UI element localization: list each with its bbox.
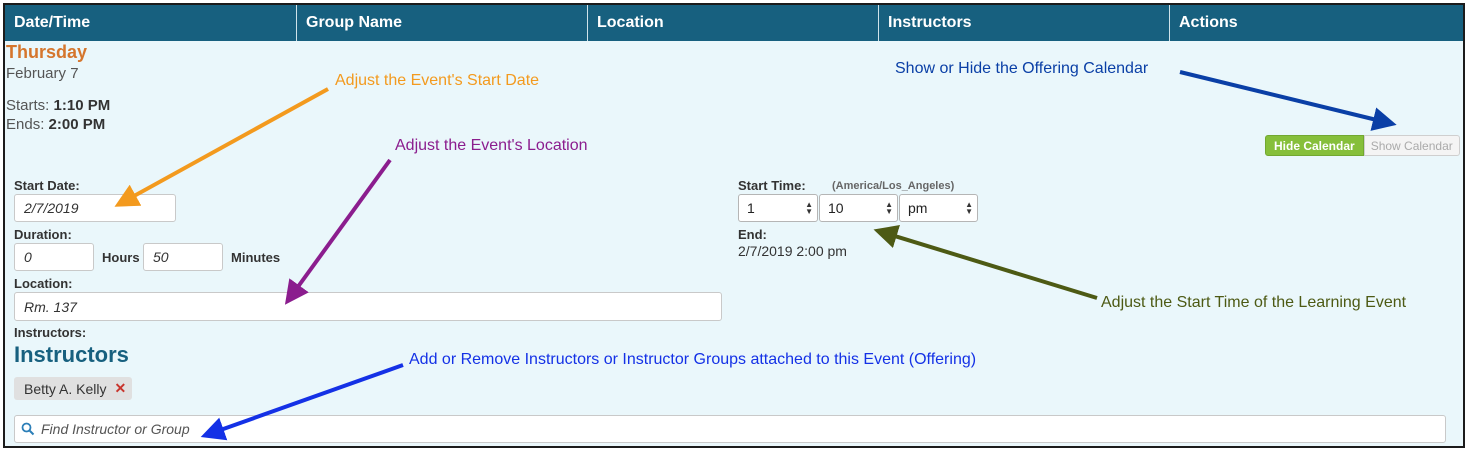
- select-arrows-icon: ▲ ▼: [885, 200, 893, 216]
- search-placeholder: Find Instructor or Group: [41, 421, 190, 437]
- instructors-heading: Instructors: [14, 342, 129, 367]
- event-ends: Ends: 2:00 PM: [6, 116, 105, 133]
- ampm-select[interactable]: pm ▲ ▼: [899, 194, 978, 222]
- ends-label: Ends:: [6, 116, 45, 133]
- minute-select-value: 10: [828, 200, 844, 216]
- annotation-arrows: [114, 70, 1397, 441]
- column-header-datetime[interactable]: Date/Time: [5, 5, 297, 41]
- instructor-name: Betty A. Kelly: [24, 380, 107, 397]
- select-arrows-icon: ▲ ▼: [965, 200, 973, 216]
- arrow-start-time: [873, 225, 1098, 300]
- annotation-instructors: Add or Remove Instructors or Instructor …: [409, 351, 977, 368]
- end-value: 2/7/2019 2:00 pm: [738, 243, 847, 259]
- instructors-label: Instructors:: [14, 325, 87, 340]
- duration-label: Duration:: [14, 227, 72, 242]
- duration-minutes-input[interactable]: 50: [143, 243, 223, 271]
- hide-calendar-button[interactable]: Hide Calendar: [1265, 135, 1364, 156]
- end-label: End:: [738, 227, 767, 242]
- instructor-tag[interactable]: Betty A. Kelly ✕: [14, 377, 133, 400]
- event-date: February 7: [6, 65, 79, 82]
- hours-label: Hours: [102, 250, 140, 265]
- offering-editor-panel: Date/Time Group Name Location Instructor…: [3, 3, 1465, 448]
- column-header-group-name[interactable]: Group Name: [297, 5, 588, 41]
- remove-icon[interactable]: ✕: [114, 380, 126, 397]
- start-time-label: Start Time:: [738, 178, 806, 193]
- calendar-toggle: Hide Calendar Show Calendar: [1265, 135, 1460, 156]
- search-icon: [21, 422, 35, 436]
- column-header-actions: Actions: [1179, 14, 1238, 31]
- annotation-location: Adjust the Event's Location: [395, 137, 588, 154]
- start-date-label: Start Date:: [14, 178, 80, 193]
- event-starts: Starts: 1:10 PM: [6, 97, 110, 114]
- annotation-start-date: Adjust the Event's Start Date: [335, 72, 540, 89]
- show-calendar-button[interactable]: Show Calendar: [1363, 135, 1460, 156]
- timezone-label: (America/Los_Angeles): [832, 180, 955, 192]
- select-arrows-icon: ▲ ▼: [805, 200, 813, 216]
- starts-label: Starts:: [6, 97, 50, 114]
- location-input[interactable]: Rm. 137: [14, 292, 722, 321]
- annotation-calendar: Show or Hide the Offering Calendar: [895, 60, 1149, 77]
- starts-value: 1:10 PM: [53, 97, 111, 114]
- location-label: Location:: [14, 276, 73, 291]
- hour-select[interactable]: 1 ▲ ▼: [738, 194, 818, 222]
- column-header-instructors[interactable]: Instructors: [879, 5, 1170, 41]
- ends-value: 2:00 PM: [48, 116, 106, 133]
- column-header-location[interactable]: Location: [588, 5, 879, 41]
- ampm-select-value: pm: [908, 200, 928, 216]
- table-header: Date/Time Group Name Location Instructor…: [5, 5, 1463, 41]
- annotation-start-time: Adjust the Start Time of the Learning Ev…: [1101, 294, 1407, 311]
- instructor-search-input[interactable]: Find Instructor or Group: [14, 415, 1446, 443]
- duration-hours-input[interactable]: 0: [14, 243, 94, 271]
- minutes-label: Minutes: [231, 250, 281, 265]
- arrow-start-date: [114, 87, 329, 207]
- hour-select-value: 1: [747, 200, 755, 216]
- event-day: Thursday: [6, 42, 88, 62]
- minute-select[interactable]: 10 ▲ ▼: [819, 194, 898, 222]
- start-date-input[interactable]: 2/7/2019: [14, 194, 176, 222]
- arrow-calendar: [1179, 70, 1397, 131]
- arrow-location: [284, 158, 392, 305]
